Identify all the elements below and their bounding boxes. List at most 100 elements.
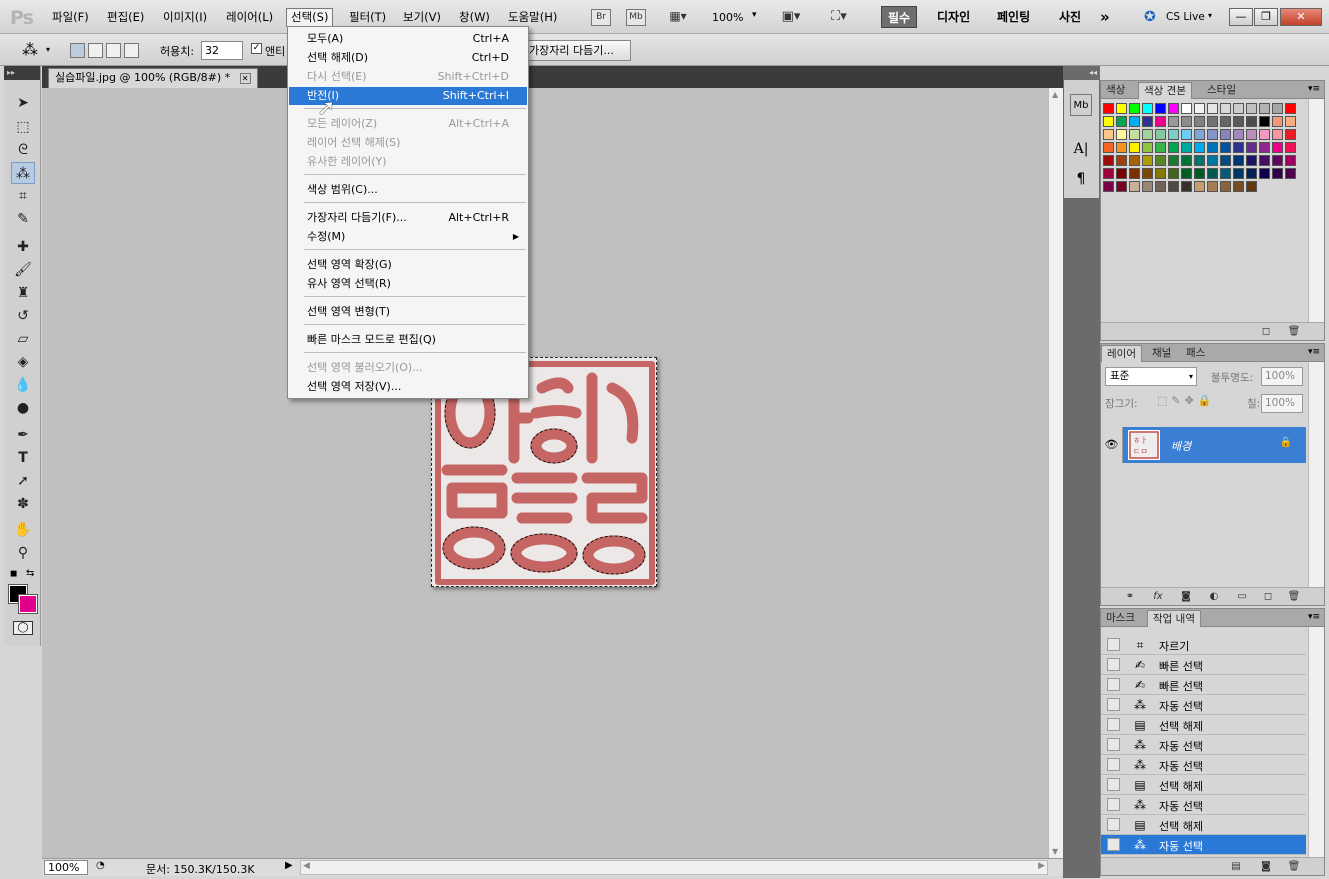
menu-filter[interactable]: 필터(T): [345, 8, 390, 27]
delete-state-icon[interactable]: 🗑: [1287, 860, 1301, 873]
color-swatch[interactable]: [1207, 129, 1218, 140]
menu-view[interactable]: 보기(V): [399, 8, 445, 27]
eye-icon[interactable]: 👁: [1101, 427, 1123, 463]
menu-window[interactable]: 창(W): [455, 8, 494, 27]
history-brush-source-checkbox[interactable]: [1107, 758, 1120, 771]
history-state-row[interactable]: ▤ 선택 해제: [1101, 715, 1306, 735]
new-selection-icon[interactable]: [70, 43, 85, 58]
menu-refine-edge[interactable]: 가장자리 다듬기(F)... Alt+Ctrl+R: [289, 209, 527, 227]
scroll-left-icon[interactable]: ◀: [303, 861, 310, 871]
color-swatch[interactable]: [1181, 129, 1192, 140]
color-swatch[interactable]: [1129, 129, 1140, 140]
panel-menu-icon[interactable]: ▾≡: [1308, 84, 1320, 94]
color-swatch[interactable]: [1155, 103, 1166, 114]
color-swatch[interactable]: [1155, 142, 1166, 153]
quick-mask-icon[interactable]: ◯: [13, 621, 33, 635]
color-swatch[interactable]: [1194, 129, 1205, 140]
color-swatch[interactable]: [1129, 103, 1140, 114]
scroll-down-icon[interactable]: ▼: [1052, 847, 1058, 856]
history-state-row[interactable]: ⁂ 자동 선택: [1101, 735, 1306, 755]
color-swatch[interactable]: [1259, 155, 1270, 166]
color-swatch[interactable]: [1272, 129, 1283, 140]
status-options-icon[interactable]: ◔: [96, 860, 105, 871]
color-swatch[interactable]: [1233, 181, 1244, 192]
tab-channels[interactable]: 채널: [1147, 345, 1176, 362]
menu-image[interactable]: 이미지(I): [159, 8, 211, 27]
mini-bridge-button[interactable]: Mb: [626, 9, 646, 26]
color-swatch[interactable]: [1233, 103, 1244, 114]
color-swatch[interactable]: [1194, 116, 1205, 127]
menu-save-selection[interactable]: 선택 영역 저장(V)...: [289, 378, 527, 396]
delete-swatch-icon[interactable]: 🗑: [1287, 325, 1301, 338]
color-swatch[interactable]: [1285, 129, 1296, 140]
add-mask-icon[interactable]: ◙: [1179, 590, 1193, 603]
color-swatch[interactable]: [1155, 155, 1166, 166]
vertical-scrollbar[interactable]: ▲ ▼: [1048, 88, 1063, 858]
history-brush-source-checkbox[interactable]: [1107, 678, 1120, 691]
brush-tool-icon[interactable]: 🖌: [11, 259, 35, 281]
new-group-icon[interactable]: ▭: [1235, 590, 1249, 603]
color-swatch[interactable]: [1272, 168, 1283, 179]
menu-select[interactable]: 선택(S): [286, 8, 334, 27]
color-swatch[interactable]: [1233, 116, 1244, 127]
color-swatch[interactable]: [1168, 103, 1179, 114]
history-scrollbar[interactable]: [1308, 627, 1324, 857]
history-state-row[interactable]: ⌗ 자르기: [1101, 635, 1306, 655]
delete-layer-icon[interactable]: 🗑: [1287, 590, 1301, 603]
color-swatch[interactable]: [1116, 142, 1127, 153]
close-window-button[interactable]: ✕: [1280, 8, 1322, 26]
magic-wand-tool-icon[interactable]: ⁂: [11, 162, 35, 184]
menu-select-all[interactable]: 모두(A) Ctrl+A: [289, 30, 527, 48]
tool-preset-dropdown-icon[interactable]: ▾: [46, 45, 50, 54]
menu-grow[interactable]: 선택 영역 확장(G): [289, 256, 527, 274]
tab-color[interactable]: 색상: [1101, 82, 1130, 99]
color-swatch[interactable]: [1181, 181, 1192, 192]
color-swatch[interactable]: [1285, 168, 1296, 179]
swatches-scrollbar[interactable]: [1308, 99, 1324, 323]
color-swatch[interactable]: [1220, 116, 1231, 127]
path-selection-tool-icon[interactable]: ➚: [11, 470, 35, 492]
color-swatch[interactable]: [1129, 168, 1140, 179]
menu-modify[interactable]: 수정(M) ▶: [289, 228, 527, 246]
color-swatch[interactable]: [1259, 103, 1270, 114]
color-swatch[interactable]: [1116, 103, 1127, 114]
history-brush-source-checkbox[interactable]: [1107, 838, 1120, 851]
adjustment-layer-icon[interactable]: ◐: [1207, 590, 1221, 603]
color-swatch[interactable]: [1142, 181, 1153, 192]
color-swatch[interactable]: [1285, 103, 1296, 114]
cs-live-button[interactable]: CS Live: [1166, 11, 1205, 23]
pen-tool-icon[interactable]: ✒: [11, 424, 35, 446]
document-tab[interactable]: 실습파일.jpg @ 100% (RGB/8#) * ✕: [48, 68, 258, 88]
color-swatch[interactable]: [1220, 181, 1231, 192]
scroll-right-icon[interactable]: ▶: [1038, 861, 1045, 871]
fill-field[interactable]: 100%: [1261, 394, 1303, 413]
paint-bucket-tool-icon[interactable]: ◈: [11, 351, 35, 373]
link-layers-icon[interactable]: ⚭: [1123, 590, 1137, 603]
layer-name[interactable]: 배경: [1171, 438, 1191, 454]
intersect-selection-icon[interactable]: [124, 43, 139, 58]
layer-style-icon[interactable]: fx: [1151, 590, 1165, 603]
color-swatch[interactable]: [1168, 168, 1179, 179]
color-swatch[interactable]: [1103, 155, 1114, 166]
tab-masks[interactable]: 마스크: [1101, 610, 1140, 627]
zoom-level[interactable]: 100%: [712, 11, 743, 24]
menu-layer[interactable]: 레이어(L): [222, 8, 277, 27]
layers-scrollbar[interactable]: [1308, 362, 1324, 588]
color-swatch[interactable]: [1233, 168, 1244, 179]
arrange-documents-icon[interactable]: ▣▾: [775, 9, 807, 26]
subtract-from-selection-icon[interactable]: [106, 43, 121, 58]
new-swatch-icon[interactable]: ◻: [1259, 325, 1273, 338]
minimize-button[interactable]: —: [1229, 8, 1253, 26]
color-swatch[interactable]: [1181, 116, 1192, 127]
color-swatch[interactable]: [1246, 181, 1257, 192]
refine-edge-button[interactable]: 가장자리 다듬기...: [523, 40, 631, 61]
color-swatch[interactable]: [1272, 116, 1283, 127]
color-swatch[interactable]: [1168, 181, 1179, 192]
blur-tool-icon[interactable]: 💧: [11, 374, 35, 396]
color-swatch[interactable]: [1155, 129, 1166, 140]
history-brush-source-checkbox[interactable]: [1107, 658, 1120, 671]
color-swatch[interactable]: [1207, 116, 1218, 127]
color-swatch[interactable]: [1103, 129, 1114, 140]
color-swatch[interactable]: [1259, 116, 1270, 127]
color-swatch[interactable]: [1181, 168, 1192, 179]
